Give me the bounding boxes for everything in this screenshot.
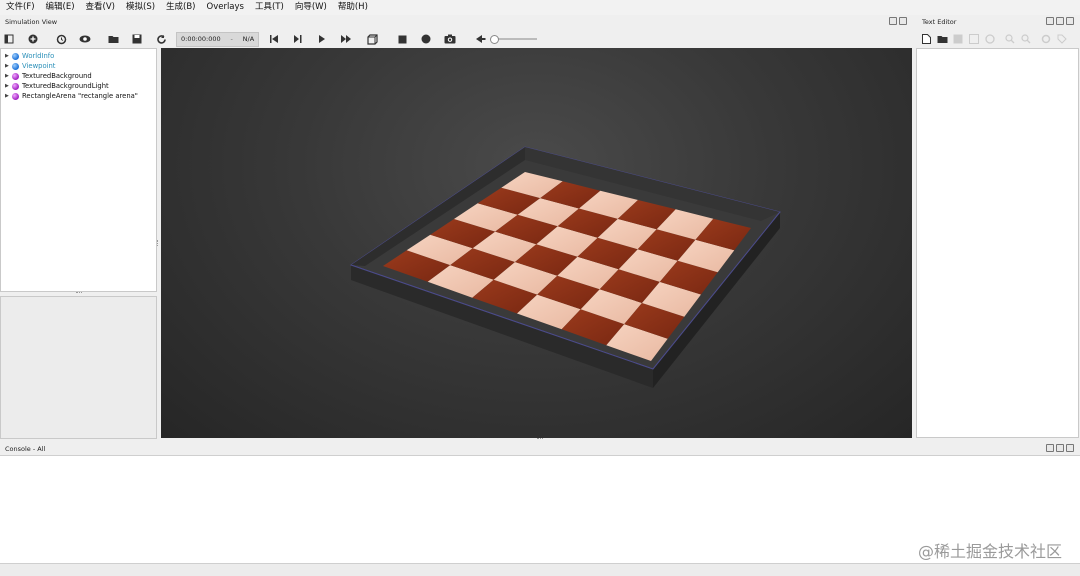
console-window-buttons [1044,444,1074,454]
menu-edit[interactable]: 编辑(E) [40,0,80,15]
3d-viewport[interactable] [161,48,912,438]
menu-file[interactable]: 文件(F) [0,0,40,15]
menu-tools[interactable]: 工具(T) [249,0,289,15]
save-world-icon[interactable] [128,31,146,47]
expand-arrow-icon[interactable]: ▶ [5,83,12,89]
tree-item-label: WorldInfo [22,52,55,60]
tree-item-textured-background[interactable]: ▶ TexturedBackground [1,71,156,81]
fast-forward-icon[interactable] [337,31,355,47]
menu-overlays[interactable]: Overlays [201,0,249,15]
rewind-world-icon[interactable] [52,31,70,47]
text-editor-toolbar [916,29,1080,48]
open-file-icon[interactable] [934,31,950,47]
reset-icon[interactable] [265,31,283,47]
volume-slider[interactable] [490,35,538,44]
float-button[interactable] [889,17,897,25]
settings-icon[interactable] [1038,31,1054,47]
expand-arrow-icon[interactable]: ▶ [5,53,12,59]
view-icon[interactable] [76,31,94,47]
stop-record-icon[interactable] [393,31,411,47]
save-as-icon[interactable] [966,31,982,47]
record-icon[interactable] [417,31,435,47]
console-title: Console - All [5,445,46,453]
console-header: Console - All [0,441,1080,455]
node-icon [12,52,19,60]
tree-item-label: RectangleArena "rectangle arena" [22,92,138,100]
maximize-button[interactable] [1056,444,1064,452]
splitter-handle[interactable] [537,438,543,442]
menu-help[interactable]: 帮助(H) [332,0,373,15]
simulation-time: 0:00:00:000 [181,35,221,43]
tree-item-label: TexturedBackgroundLight [22,82,109,90]
tree-item-worldinfo[interactable]: ▶ WorldInfo [1,51,156,61]
open-world-icon[interactable] [104,31,122,47]
replace-icon[interactable] [1018,31,1034,47]
volume-slider-handle[interactable] [490,35,500,44]
audio-icon[interactable] [471,31,489,47]
step-icon[interactable] [289,31,307,47]
screenshot-icon[interactable] [441,31,459,47]
tree-item-rectangle-arena[interactable]: ▶ RectangleArena "rectangle arena" [1,91,156,101]
proto-node-icon [12,72,19,80]
menu-wizards[interactable]: 向导(W) [289,0,332,15]
field-editor-panel [0,296,157,439]
tag-icon[interactable] [1054,31,1070,47]
cube-icon[interactable] [363,31,381,47]
proto-node-icon [12,92,19,100]
menu-build[interactable]: 生成(B) [160,0,200,15]
close-button[interactable] [1066,444,1074,452]
tree-item-label: TexturedBackground [22,72,92,80]
reload-world-icon[interactable] [152,31,170,47]
watermark: @稀土掘金技术社区 [917,542,1062,561]
expand-arrow-icon[interactable]: ▶ [5,73,12,79]
float-button[interactable] [1046,444,1054,452]
play-icon[interactable] [313,31,331,47]
tree-item-textured-background-light[interactable]: ▶ TexturedBackgroundLight [1,81,156,91]
simulation-time-display: 0:00:00:000 - N/A [176,31,260,47]
status-bar [0,564,1080,576]
float-button[interactable] [1046,17,1054,25]
new-file-icon[interactable] [918,31,934,47]
tree-item-viewpoint[interactable]: ▶ Viewpoint [1,61,156,71]
expand-arrow-icon[interactable]: ▶ [5,63,12,69]
menu-bar: 文件(F) 编辑(E) 查看(V) 模拟(S) 生成(B) Overlays 工… [0,0,1080,15]
close-button[interactable] [1066,17,1074,25]
tree-item-label: Viewpoint [22,62,56,70]
close-button[interactable] [899,17,907,25]
revert-icon[interactable] [982,31,998,47]
fps-value: N/A [242,35,255,43]
scene-tree: ▶ WorldInfo ▶ Viewpoint ▶ TexturedBackgr… [0,48,157,292]
text-editor-area[interactable] [916,48,1079,438]
save-file-icon[interactable] [950,31,966,47]
rectangle-arena-scene [349,146,781,388]
toggle-tree-icon[interactable] [0,31,18,47]
time-separator: - [230,35,233,43]
simulation-view-title: Simulation View [5,18,58,26]
text-editor-title: Text Editor [922,18,957,26]
splitter-handle[interactable] [157,240,161,246]
proto-node-icon [12,82,19,90]
text-editor-window-buttons [1044,17,1074,27]
simulation-view-window-buttons [887,17,907,27]
node-icon [12,62,19,70]
menu-simulation[interactable]: 模拟(S) [120,0,160,15]
add-node-icon[interactable] [24,31,42,47]
expand-arrow-icon[interactable]: ▶ [5,93,12,99]
main-toolbar: 0:00:00:000 - N/A [0,29,915,49]
find-icon[interactable] [1002,31,1018,47]
maximize-button[interactable] [1056,17,1064,25]
menu-view[interactable]: 查看(V) [80,0,120,15]
